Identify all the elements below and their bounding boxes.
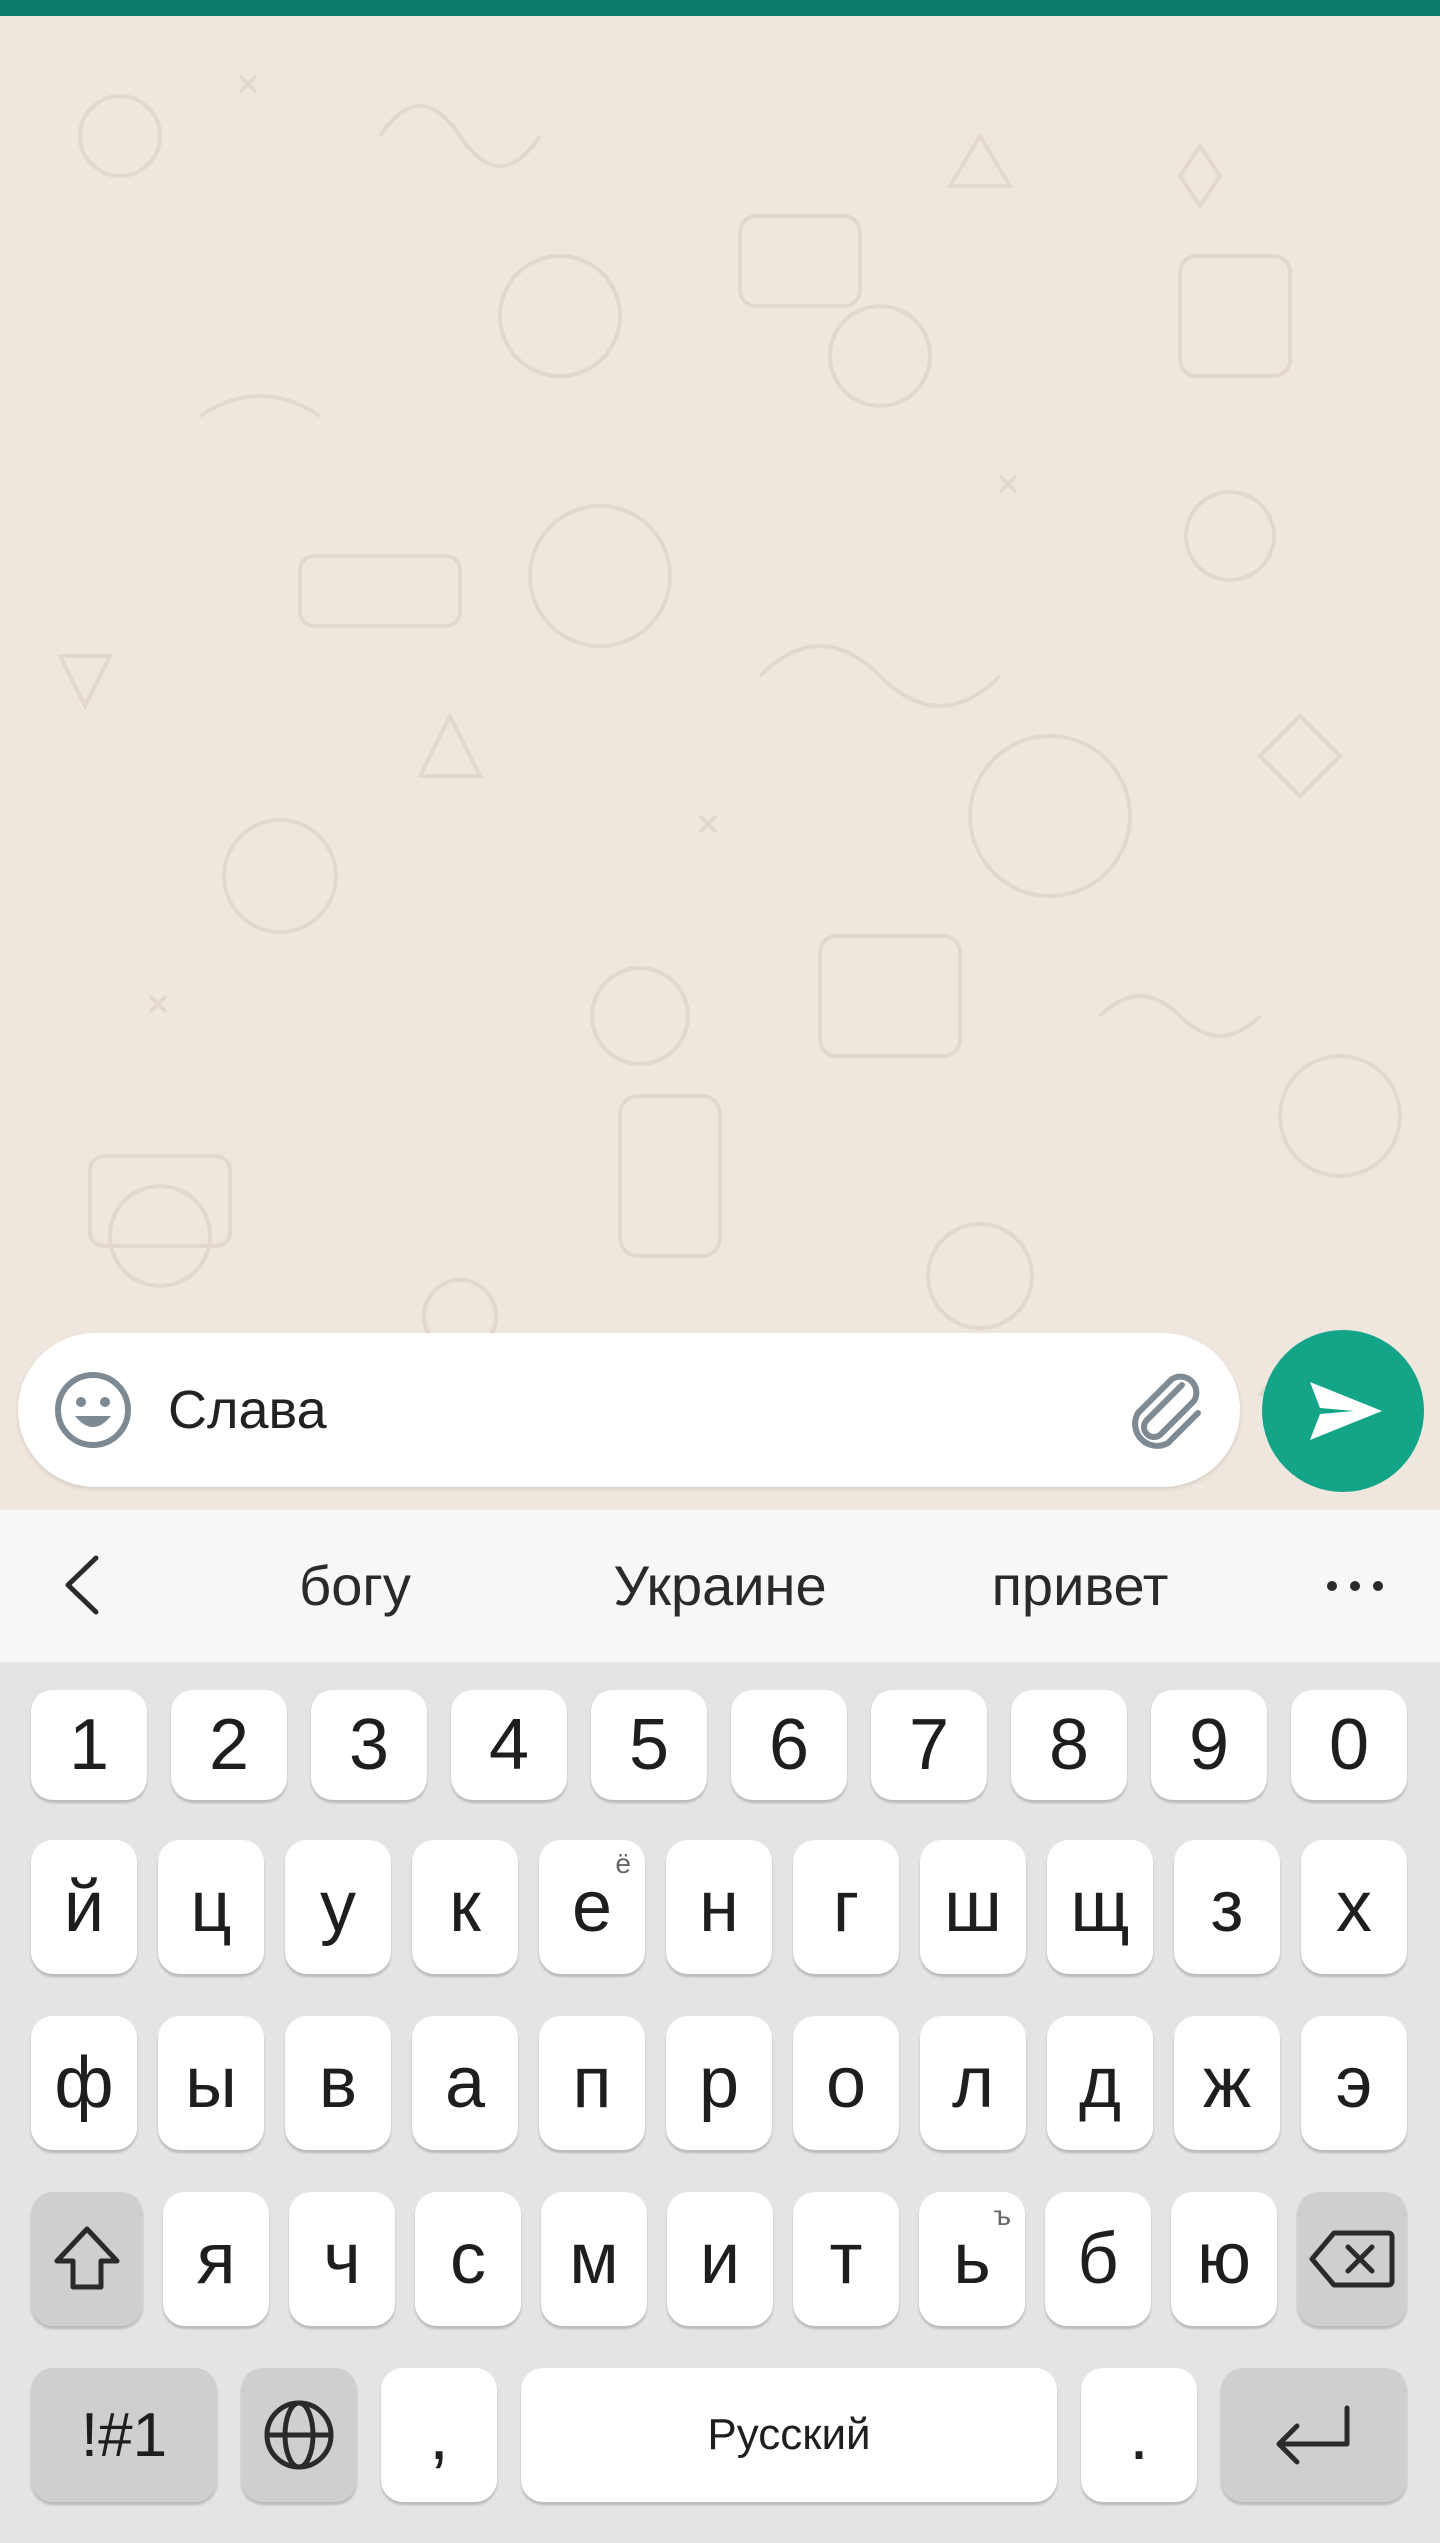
key-letter[interactable]: ф (31, 2016, 137, 2150)
key-1[interactable]: 1 (31, 1690, 147, 1800)
key-label: ь (953, 2219, 991, 2299)
key-letter[interactable]: р (666, 2016, 772, 2150)
shift-arrow-icon (54, 2226, 120, 2290)
send-button[interactable] (1262, 1330, 1424, 1492)
key-3[interactable]: 3 (311, 1690, 427, 1800)
key-letter[interactable]: с (415, 2192, 521, 2326)
key-letter[interactable]: у (285, 1840, 391, 1974)
key-letter[interactable]: д (1047, 2016, 1153, 2150)
key-letter[interactable]: й (31, 1840, 137, 1974)
key-letter[interactable]: ж (1174, 2016, 1280, 2150)
key-letter[interactable]: э (1301, 2016, 1407, 2150)
key-letter-soft-sign[interactable]: ь ъ (919, 2192, 1025, 2326)
key-letter[interactable]: ц (158, 1840, 264, 1974)
key-letter[interactable]: ю (1171, 2192, 1277, 2326)
on-screen-keyboard: 1 2 3 4 5 6 7 8 9 0 й ц у к е ё н г ш щ … (0, 1662, 1440, 2543)
enter-return-icon (1276, 2405, 1350, 2465)
suggestion-word-2[interactable]: Украине (560, 1546, 880, 1626)
key-letter[interactable]: л (920, 2016, 1026, 2150)
key-7[interactable]: 7 (871, 1690, 987, 1800)
key-letter[interactable]: х (1301, 1840, 1407, 1974)
key-letter[interactable]: и (667, 2192, 773, 2326)
key-hint: ъ (993, 2200, 1012, 2231)
key-9[interactable]: 9 (1151, 1690, 1267, 1800)
key-letter[interactable]: в (285, 2016, 391, 2150)
key-letter[interactable]: м (541, 2192, 647, 2326)
key-0[interactable]: 0 (1291, 1690, 1407, 1800)
key-6[interactable]: 6 (731, 1690, 847, 1800)
key-letter[interactable]: к (412, 1840, 518, 1974)
key-letter[interactable]: о (793, 2016, 899, 2150)
key-letter[interactable]: г (793, 1840, 899, 1974)
key-letter[interactable]: з (1174, 1840, 1280, 1974)
message-input[interactable]: Слава (168, 1369, 327, 1451)
paperclip-icon[interactable] (1118, 1363, 1212, 1457)
send-arrow-icon (1310, 1382, 1382, 1440)
shift-key[interactable] (31, 2192, 143, 2326)
backspace-icon (1309, 2230, 1395, 2288)
chat-wallpaper (0, 16, 1440, 1510)
key-letter[interactable]: ы (158, 2016, 264, 2150)
key-letter[interactable]: я (163, 2192, 269, 2326)
key-letter[interactable]: н (666, 1840, 772, 1974)
backspace-key[interactable] (1297, 2192, 1407, 2326)
key-5[interactable]: 5 (591, 1690, 707, 1800)
enter-key[interactable] (1221, 2368, 1407, 2502)
key-letter[interactable]: п (539, 2016, 645, 2150)
key-letter[interactable]: щ (1047, 1840, 1153, 1974)
space-key[interactable]: Русский (521, 2368, 1057, 2502)
suggestion-word-3[interactable]: привет (950, 1546, 1210, 1626)
key-2[interactable]: 2 (171, 1690, 287, 1800)
message-composer[interactable]: Слава (18, 1333, 1240, 1487)
key-8[interactable]: 8 (1011, 1690, 1127, 1800)
key-letter[interactable]: а (412, 2016, 518, 2150)
key-hint: ё (615, 1848, 631, 1879)
symbols-key[interactable]: !#1 (31, 2368, 217, 2502)
key-letter[interactable]: б (1045, 2192, 1151, 2326)
suggestion-bar: богу Украине привет (0, 1510, 1440, 1662)
chevron-left-icon[interactable] (50, 1550, 120, 1620)
comma-key[interactable]: , (381, 2368, 497, 2502)
ellipsis-icon[interactable] (1320, 1558, 1390, 1614)
app-header-bar (0, 0, 1440, 16)
key-letter[interactable]: ч (289, 2192, 395, 2326)
smiley-face-icon[interactable] (48, 1365, 138, 1455)
suggestion-word-1[interactable]: богу (250, 1546, 460, 1626)
key-letter[interactable]: ш (920, 1840, 1026, 1974)
key-4[interactable]: 4 (451, 1690, 567, 1800)
language-key[interactable] (241, 2368, 357, 2502)
key-letter[interactable]: т (793, 2192, 899, 2326)
globe-icon (264, 2400, 334, 2470)
period-key[interactable]: . (1081, 2368, 1197, 2502)
key-label: е (571, 1867, 613, 1947)
key-letter-e[interactable]: е ё (539, 1840, 645, 1974)
